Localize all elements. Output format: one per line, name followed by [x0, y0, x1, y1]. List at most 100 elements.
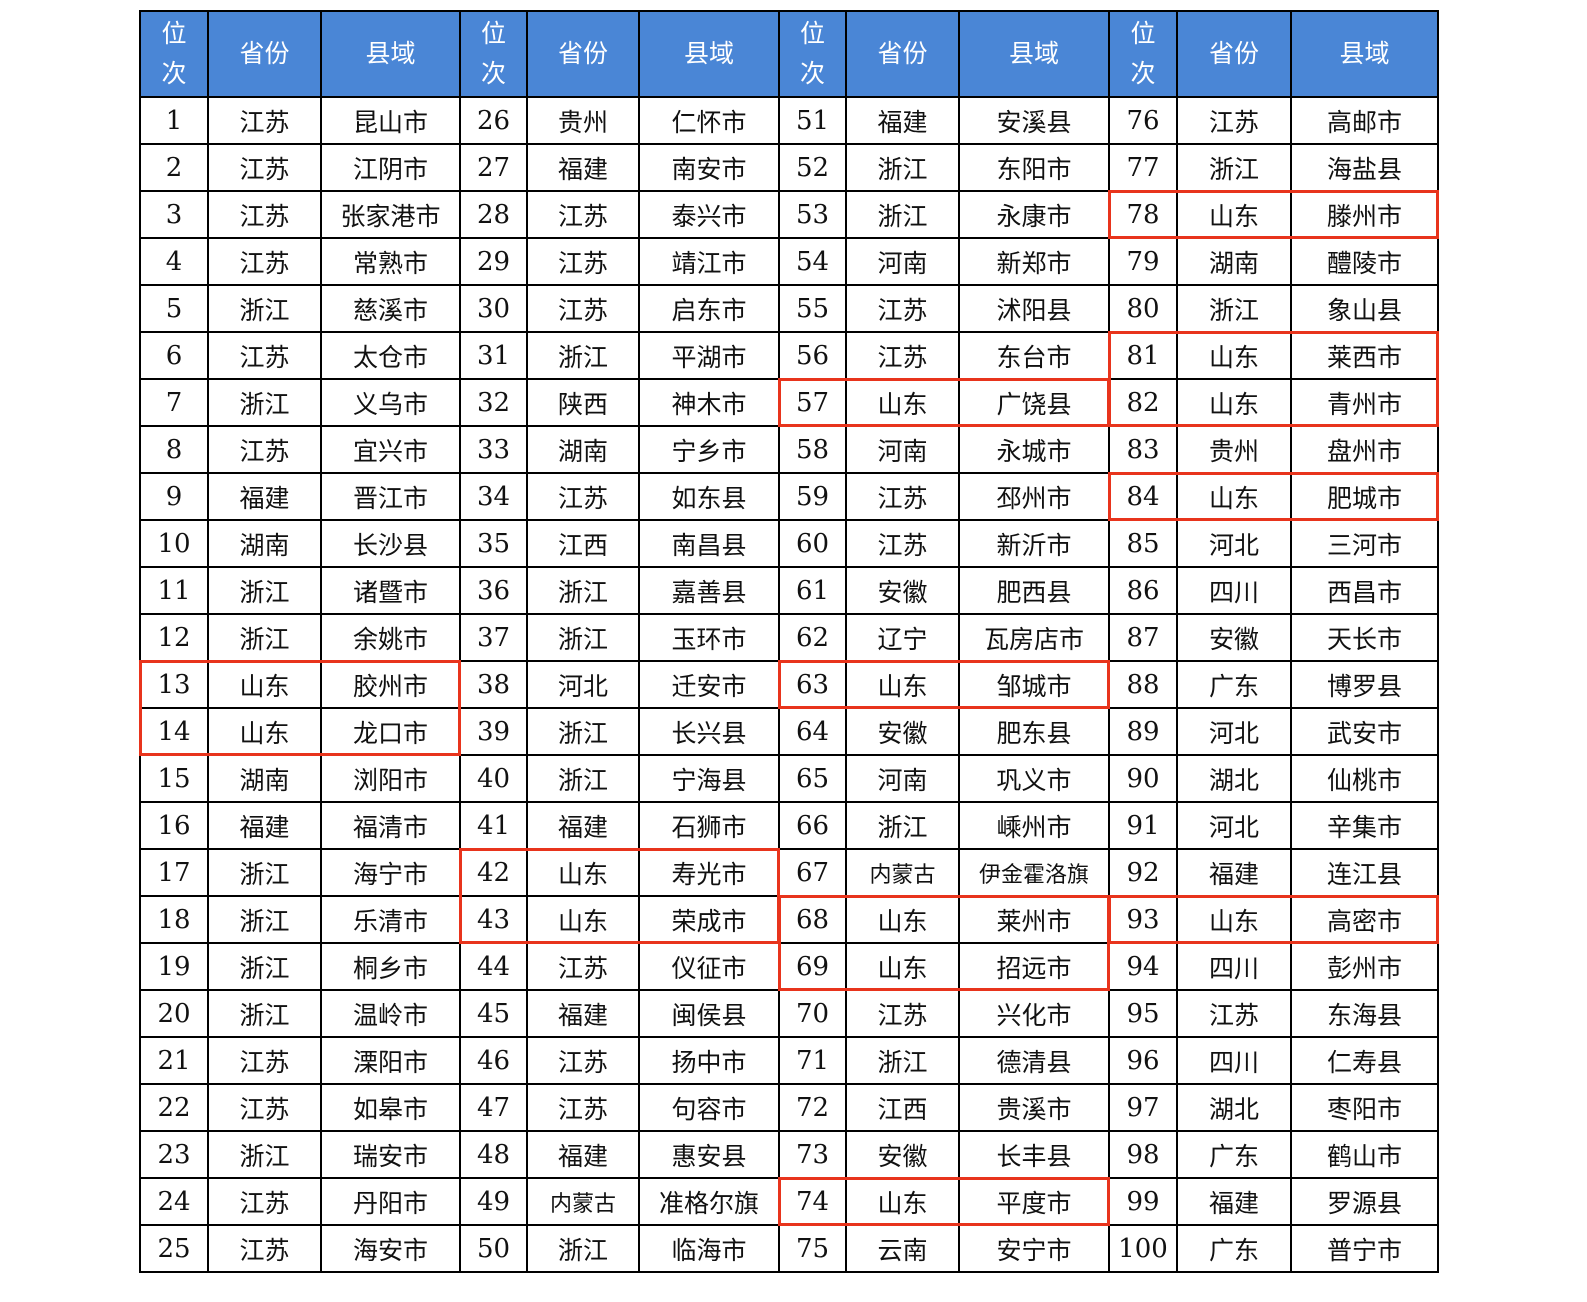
- county-cell: 新沂市: [958, 519, 1110, 568]
- rank-cell: 16: [139, 801, 209, 850]
- rank-cell: 68: [778, 895, 847, 944]
- rank-cell: 17: [139, 848, 209, 897]
- rank-cell: 45: [459, 989, 528, 1038]
- rank-cell: 41: [459, 801, 528, 850]
- county-cell: 福清市: [320, 801, 461, 850]
- rank-cell: 31: [459, 331, 528, 380]
- province-cell: 山东: [845, 660, 960, 709]
- county-cell: 寿光市: [638, 848, 780, 897]
- province-cell: 陕西: [526, 378, 640, 427]
- county-cell: 海安市: [320, 1224, 461, 1273]
- province-cell: 湖北: [1176, 1083, 1292, 1132]
- province-cell: 广东: [1176, 1130, 1292, 1179]
- county-cell: 莱州市: [958, 895, 1110, 944]
- county-cell: 海盐县: [1290, 143, 1439, 192]
- header-province: 省份: [526, 10, 640, 98]
- rank-cell: 59: [778, 472, 847, 521]
- county-cell: 肥城市: [1290, 472, 1439, 521]
- header-rank: 位次: [139, 10, 209, 98]
- table-row: 10 湖南 长沙县 35 江西 南昌县 60 江苏 新沂市 85 河北 三河市: [139, 519, 1439, 568]
- province-cell: 江苏: [845, 331, 960, 380]
- county-cell: 莱西市: [1290, 331, 1439, 380]
- province-cell: 湖南: [1176, 237, 1292, 286]
- rank-cell: 54: [778, 237, 847, 286]
- county-cell: 伊金霍洛旗: [958, 848, 1110, 897]
- province-cell: 江苏: [207, 237, 322, 286]
- province-cell: 浙江: [207, 378, 322, 427]
- province-cell: 山东: [1176, 331, 1292, 380]
- province-cell: 河南: [845, 237, 960, 286]
- rank-cell: 3: [139, 190, 209, 239]
- province-cell: 山东: [1176, 895, 1292, 944]
- table-row: 24 江苏 丹阳市 49 内蒙古 准格尔旗 74 山东 平度市 99 福建 罗源县: [139, 1177, 1439, 1226]
- province-cell: 山东: [526, 895, 640, 944]
- rank-cell: 85: [1108, 519, 1178, 568]
- rank-cell: 55: [778, 284, 847, 333]
- county-cell: 邹城市: [958, 660, 1110, 709]
- county-cell: 临海市: [638, 1224, 780, 1273]
- rank-cell: 4: [139, 237, 209, 286]
- rank-cell: 97: [1108, 1083, 1178, 1132]
- county-cell: 仪征市: [638, 942, 780, 991]
- rank-cell: 13: [139, 660, 209, 709]
- rank-cell: 7: [139, 378, 209, 427]
- province-cell: 内蒙古: [526, 1177, 640, 1226]
- rank-cell: 49: [459, 1177, 528, 1226]
- province-cell: 河北: [1176, 707, 1292, 756]
- province-cell: 辽宁: [845, 613, 960, 662]
- rank-cell: 53: [778, 190, 847, 239]
- header-county: 县域: [1290, 10, 1439, 98]
- rank-cell: 37: [459, 613, 528, 662]
- rank-cell: 56: [778, 331, 847, 380]
- province-cell: 江苏: [207, 1083, 322, 1132]
- county-cell: 乐清市: [320, 895, 461, 944]
- province-cell: 江苏: [845, 989, 960, 1038]
- county-cell: 闽侯县: [638, 989, 780, 1038]
- province-cell: 山东: [207, 707, 322, 756]
- county-cell: 神木市: [638, 378, 780, 427]
- province-cell: 河北: [1176, 801, 1292, 850]
- province-cell: 浙江: [207, 989, 322, 1038]
- county-cell: 南昌县: [638, 519, 780, 568]
- rank-cell: 82: [1108, 378, 1178, 427]
- county-cell: 瓦房店市: [958, 613, 1110, 662]
- province-cell: 江苏: [207, 425, 322, 474]
- rank-cell: 29: [459, 237, 528, 286]
- province-cell: 江苏: [526, 472, 640, 521]
- province-cell: 山东: [845, 378, 960, 427]
- province-cell: 江苏: [845, 284, 960, 333]
- county-cell: 普宁市: [1290, 1224, 1439, 1273]
- province-cell: 江苏: [526, 190, 640, 239]
- county-cell: 安宁市: [958, 1224, 1110, 1273]
- table-row: 6 江苏 太仓市 31 浙江 平湖市 56 江苏 东台市 81 山东 莱西市: [139, 331, 1439, 380]
- province-cell: 浙江: [207, 566, 322, 615]
- header-rank-line1: 位: [1130, 19, 1156, 48]
- header-province: 省份: [845, 10, 960, 98]
- table-row: 18 浙江 乐清市 43 山东 荣成市 68 山东 莱州市 93 山东 高密市: [139, 895, 1439, 944]
- header-province: 省份: [207, 10, 322, 98]
- header-rank-line1: 位: [480, 19, 506, 48]
- rank-cell: 43: [459, 895, 528, 944]
- rank-cell: 12: [139, 613, 209, 662]
- county-cell: 慈溪市: [320, 284, 461, 333]
- header-rank-line2: 次: [161, 59, 187, 88]
- rank-cell: 66: [778, 801, 847, 850]
- county-cell: 溧阳市: [320, 1036, 461, 1085]
- province-cell: 福建: [207, 472, 322, 521]
- table-row: 3 江苏 张家港市 28 江苏 泰兴市 53 浙江 永康市 78 山东 滕州市: [139, 190, 1439, 239]
- county-cell: 泰兴市: [638, 190, 780, 239]
- province-cell: 浙江: [845, 190, 960, 239]
- rank-cell: 46: [459, 1036, 528, 1085]
- county-cell: 平湖市: [638, 331, 780, 380]
- table-row: 22 江苏 如皋市 47 江苏 句容市 72 江西 贵溪市 97 湖北 枣阳市: [139, 1083, 1439, 1132]
- header-county: 县域: [320, 10, 461, 98]
- rank-cell: 86: [1108, 566, 1178, 615]
- province-cell: 江苏: [526, 237, 640, 286]
- province-cell: 贵州: [526, 96, 640, 145]
- rank-cell: 42: [459, 848, 528, 897]
- header-rank-line2: 次: [1130, 59, 1156, 88]
- province-cell: 福建: [1176, 848, 1292, 897]
- rank-cell: 50: [459, 1224, 528, 1273]
- province-cell: 江苏: [207, 190, 322, 239]
- county-cell: 丹阳市: [320, 1177, 461, 1226]
